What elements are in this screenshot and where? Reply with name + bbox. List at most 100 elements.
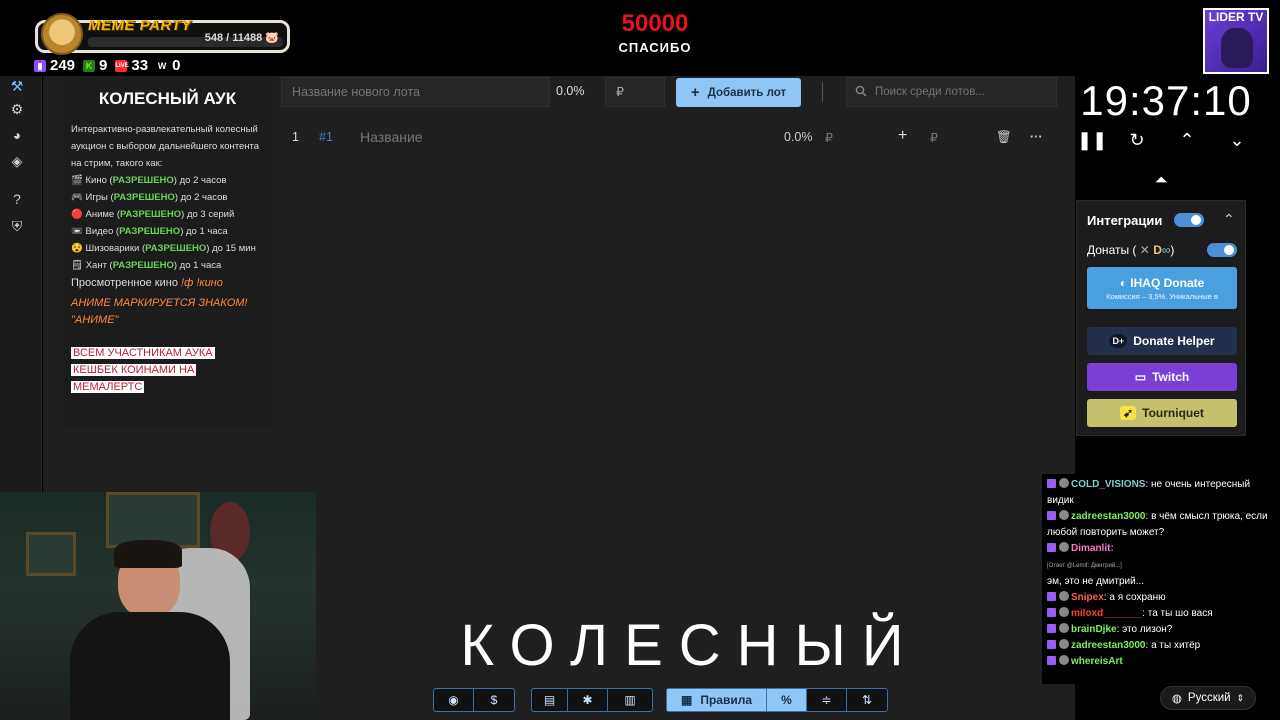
more-options-icon[interactable]: ··· bbox=[1030, 130, 1043, 144]
bug-icon[interactable]: ✱ bbox=[568, 689, 608, 711]
rule-status: РАЗРЕШЕНО bbox=[113, 192, 175, 203]
new-lot-name-input[interactable] bbox=[281, 77, 550, 107]
rule-name: Шизоварики bbox=[85, 243, 140, 254]
integrations-toggle[interactable] bbox=[1174, 213, 1204, 227]
lot-search-input[interactable] bbox=[846, 77, 1057, 107]
rule-status: РАЗРЕШЕНО bbox=[145, 243, 207, 254]
rule-icon: 🗒 bbox=[71, 260, 84, 271]
toolbar-group-rules: ▦ Правила % ≑ ⇅ bbox=[666, 688, 888, 712]
pause-icon[interactable]: ❚❚ bbox=[1077, 130, 1107, 150]
help-icon[interactable]: ? bbox=[9, 191, 25, 207]
chevron-up-icon[interactable]: ⌃ bbox=[1223, 211, 1235, 228]
chat-username[interactable]: brainDjke bbox=[1071, 624, 1117, 635]
counter-value: 0 bbox=[172, 57, 181, 74]
lot-add-amount-input[interactable]: ₽ bbox=[930, 130, 938, 145]
github-icon[interactable]: ◉ bbox=[434, 689, 474, 711]
gear-icon[interactable]: ⚙ bbox=[9, 101, 25, 117]
new-lot-amount-input[interactable]: ₽ bbox=[605, 77, 665, 107]
chat-username[interactable]: whereisArt bbox=[1071, 656, 1123, 667]
toolbar-group-tools: ▤ ✱ ▥ bbox=[531, 688, 653, 712]
split-icon[interactable]: ≑ bbox=[807, 689, 847, 711]
clear-list-icon[interactable]: ▥ bbox=[608, 689, 652, 711]
lot-row[interactable]: 1 #1 Название 0.0% ₽ + ₽ 🗑 ··· bbox=[281, 122, 1057, 152]
lot-add-amount-button[interactable]: + bbox=[898, 127, 907, 145]
reset-icon[interactable]: ↻ bbox=[1127, 130, 1147, 150]
donations-close: ) bbox=[1170, 243, 1175, 257]
donate-helper-label: Donate Helper bbox=[1133, 334, 1215, 348]
twitch-icon bbox=[1047, 608, 1056, 617]
twitch-icon: ▭ bbox=[1134, 370, 1147, 384]
rule-name: Аниме bbox=[85, 209, 115, 220]
ihaq-donate-button[interactable]: ◐ IHAQ Donate Комиссия – 3,5%. Уникальны… bbox=[1087, 267, 1237, 309]
counter-w: W0 bbox=[156, 57, 181, 74]
dollar-icon[interactable]: $ bbox=[474, 689, 514, 711]
kick-icon: K bbox=[83, 59, 96, 72]
chat-message: zadreestan3000: в чём смысл трюка, если … bbox=[1047, 510, 1268, 538]
chevron-down-icon[interactable]: ⌄ bbox=[1227, 130, 1247, 150]
rule-limit: до 1 часа bbox=[179, 260, 222, 271]
user-avatar bbox=[1059, 542, 1069, 552]
add-lot-label: Добавить лот bbox=[707, 86, 787, 99]
lot-percent: 0.0% bbox=[784, 130, 813, 144]
gavel-icon[interactable]: ⚒ bbox=[9, 78, 25, 94]
anime-note: АНИМЕ МАРКИРУЕТСЯ ЗНАКОМ! "АНИМЕ" bbox=[71, 297, 248, 326]
user-avatar bbox=[1059, 591, 1069, 601]
donate-helper-button[interactable]: D+ Donate Helper bbox=[1087, 327, 1237, 355]
tourniquet-button[interactable]: ➹ Tourniquet bbox=[1087, 399, 1237, 427]
chat-username[interactable]: miloxd_______ bbox=[1071, 608, 1142, 619]
language-label: Русский bbox=[1187, 692, 1231, 704]
counter-kick: K9 bbox=[83, 57, 107, 74]
archive-icon[interactable]: ▤ bbox=[532, 689, 568, 711]
donations-toggle[interactable] bbox=[1207, 243, 1237, 257]
chat-username[interactable]: COLD_VISIONS bbox=[1071, 479, 1145, 490]
chat-message: Dimanlit: [Ответ @Lemif: Дмитрий...] эм, э… bbox=[1047, 541, 1275, 590]
streamer-shirt bbox=[70, 612, 230, 720]
chat-text: это лизон? bbox=[1122, 624, 1173, 635]
rule-icon: 🔴 bbox=[71, 209, 83, 220]
plus-icon: + bbox=[690, 84, 700, 101]
chat-username[interactable]: zadreestan3000 bbox=[1071, 640, 1146, 651]
chat-message: whereisArt bbox=[1047, 654, 1275, 670]
content-rule: 📼 Видео (РАЗРЕШЕНО) до 1 часа bbox=[71, 226, 228, 237]
lot-index: 1 bbox=[292, 130, 299, 144]
twitch-icon bbox=[1047, 592, 1056, 601]
add-lot-button[interactable]: + Добавить лот bbox=[676, 78, 801, 107]
chat-username[interactable]: zadreestan3000 bbox=[1071, 511, 1146, 522]
globe-icon: ◍ bbox=[1171, 693, 1182, 705]
rules-button[interactable]: ▦ Правила bbox=[667, 689, 767, 711]
rule-limit: до 2 часов bbox=[180, 192, 228, 203]
chevron-updown-icon: ⇕ bbox=[1236, 692, 1245, 703]
wall-picture bbox=[26, 532, 76, 576]
lot-amount[interactable]: ₽ bbox=[825, 130, 833, 145]
lot-name[interactable]: Название bbox=[360, 129, 423, 145]
new-lot-percent: 0.0% bbox=[556, 84, 585, 98]
lot-id: #1 bbox=[319, 130, 333, 144]
cashback-note: ВСЕМ УЧАСТНИКАМ АУКА КЕШБЕК КОИНАМИ НА М… bbox=[71, 345, 264, 396]
cashback-line: КЕШБЕК КОИНАМИ НА bbox=[71, 364, 197, 376]
rule-limit: до 15 мин bbox=[212, 243, 256, 254]
chevron-up-icon[interactable]: ⌃ bbox=[1177, 130, 1197, 150]
counter-value: 33 bbox=[131, 57, 149, 74]
sort-icon[interactable]: ⇅ bbox=[847, 689, 887, 711]
pie-chart-icon[interactable]: ◕ bbox=[9, 127, 25, 143]
shield-icon[interactable]: ⛨ bbox=[9, 218, 25, 234]
rule-status: РАЗРЕШЕНО bbox=[112, 260, 174, 271]
twitch-button[interactable]: ▭ Twitch bbox=[1087, 363, 1237, 391]
caption-text: КОЛЕСНЫЙ bbox=[460, 613, 920, 678]
meme-count: 548 / 11488 🐷 bbox=[205, 31, 279, 44]
counter-value: 9 bbox=[99, 57, 108, 74]
chat-username[interactable]: Dimanlit: bbox=[1071, 543, 1114, 554]
chat-message: zadreestan3000: а ты хитёр bbox=[1047, 638, 1275, 654]
chat-text: та ты шо вася bbox=[1147, 608, 1213, 619]
toolbar-group-links: ◉ $ bbox=[433, 688, 515, 712]
percent-toggle-button[interactable]: % bbox=[767, 689, 807, 711]
chat-message: miloxd_______: та ты шо вася bbox=[1047, 606, 1275, 622]
user-avatar bbox=[1059, 607, 1069, 617]
language-select[interactable]: ◍ Русский ⇕ bbox=[1160, 686, 1256, 710]
chat-username[interactable]: Snipex bbox=[1071, 592, 1104, 603]
collapse-up-icon[interactable]: ⏶ bbox=[1152, 172, 1170, 190]
chat-message: COLD_VISIONS: не очень интересный видик bbox=[1047, 478, 1251, 506]
trash-icon[interactable]: 🗑 bbox=[996, 130, 1012, 145]
layers-icon[interactable]: ◈ bbox=[9, 153, 25, 169]
rule-name: Кино bbox=[85, 175, 107, 186]
